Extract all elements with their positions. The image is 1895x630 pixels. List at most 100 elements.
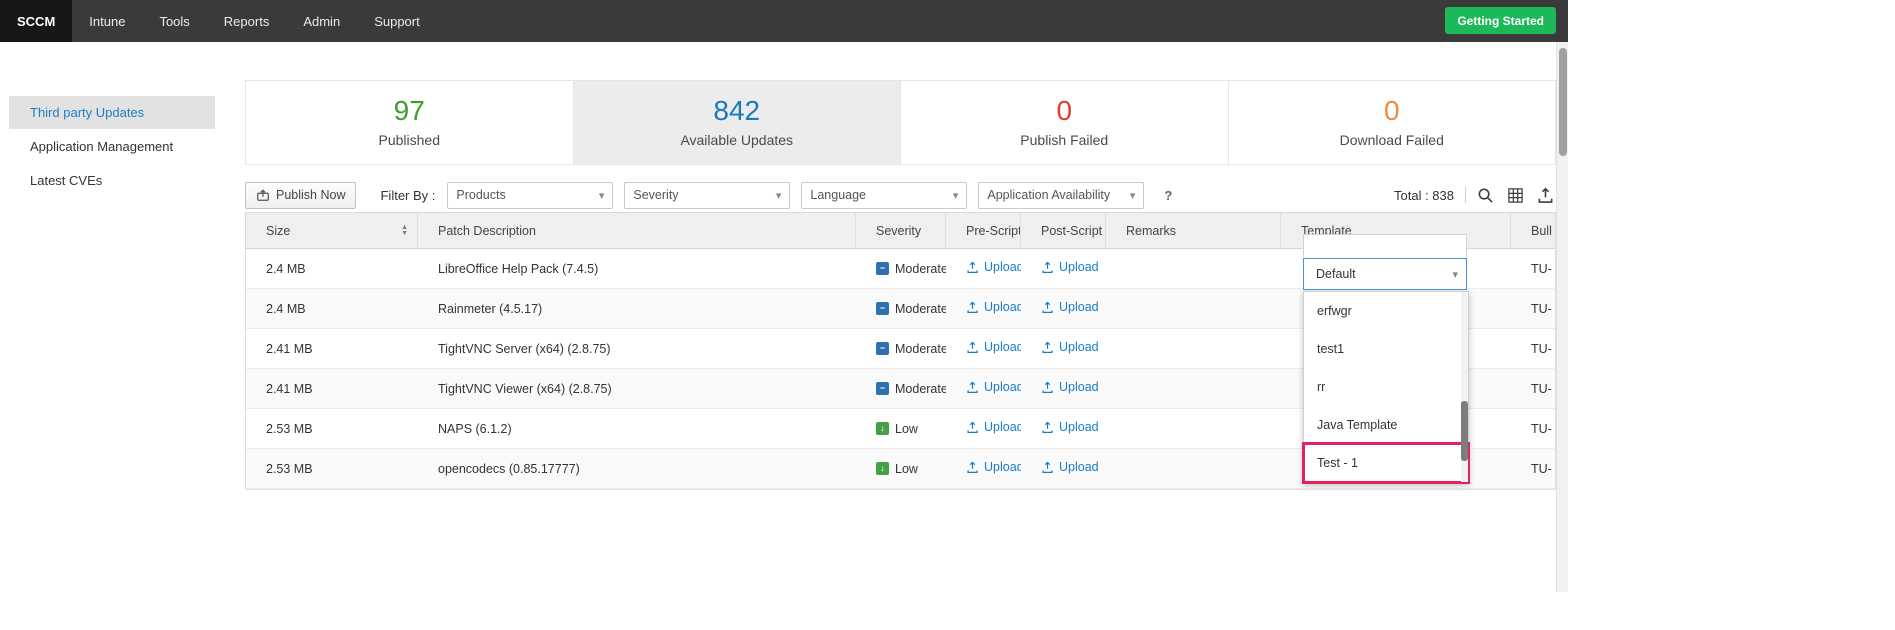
stat-value: 0	[1056, 97, 1072, 125]
column-grid-icon[interactable]	[1507, 186, 1526, 205]
post-script-upload-link[interactable]: Upload	[1041, 260, 1099, 274]
upload-label: Upload	[1059, 460, 1099, 474]
pre-script-upload-link[interactable]: Upload	[966, 380, 1021, 394]
filter-label: Language	[810, 188, 866, 202]
cell-size: 2.41 MB	[246, 342, 418, 356]
total-count-label: Total : 838	[1394, 188, 1454, 203]
stat-card[interactable]: 842 Available Updates	[574, 81, 902, 164]
severity-label: Low	[895, 462, 918, 476]
column-header-remarks: Remarks	[1106, 213, 1281, 248]
cell-pre-script: Upload	[946, 420, 1021, 437]
upload-label: Upload	[1059, 420, 1099, 434]
cell-bulletin: TU-	[1511, 422, 1557, 436]
column-header-post-script: Post-Script	[1021, 213, 1106, 248]
upload-label: Upload	[1059, 340, 1099, 354]
pre-script-upload-link[interactable]: Upload	[966, 260, 1021, 274]
stat-value: 842	[713, 97, 760, 125]
stat-card[interactable]: 97 Published	[246, 81, 574, 164]
post-script-upload-link[interactable]: Upload	[1041, 340, 1099, 354]
cell-pre-script: Upload	[946, 340, 1021, 357]
upload-label: Upload	[984, 380, 1021, 394]
nav-item[interactable]: Reports	[207, 0, 287, 42]
sidebar-item[interactable]: Third party Updates	[9, 96, 215, 129]
nav-item[interactable]: Intune	[72, 0, 142, 42]
cell-post-script: Upload	[1021, 420, 1106, 437]
cell-pre-script: Upload	[946, 260, 1021, 277]
nav-item[interactable]: Support	[357, 0, 437, 42]
cell-size: 2.4 MB	[246, 262, 418, 276]
stat-value: 0	[1384, 97, 1400, 125]
severity-label: Moderate	[895, 262, 946, 276]
publish-now-button[interactable]: Publish Now	[245, 182, 356, 209]
template-dropdown-option[interactable]: Test - 1	[1304, 444, 1468, 482]
post-script-upload-link[interactable]: Upload	[1041, 460, 1099, 474]
column-header-size[interactable]: Size ▲▼	[246, 213, 418, 248]
sort-icon[interactable]: ▲▼	[401, 213, 408, 248]
cell-bulletin: TU-	[1511, 342, 1557, 356]
sidebar-item[interactable]: Application Management	[9, 130, 215, 163]
cell-size: 2.53 MB	[246, 422, 418, 436]
cell-post-script: Upload	[1021, 340, 1106, 357]
post-script-upload-link[interactable]: Upload	[1041, 380, 1099, 394]
pre-script-upload-link[interactable]: Upload	[966, 300, 1021, 314]
stat-card[interactable]: 0 Download Failed	[1229, 81, 1556, 164]
nav-item[interactable]: Admin	[286, 0, 357, 42]
template-dropdown-option[interactable]: Java Template	[1304, 406, 1468, 444]
getting-started-button[interactable]: Getting Started	[1445, 7, 1556, 34]
upload-icon	[966, 341, 979, 354]
upload-icon	[966, 461, 979, 474]
filter-language-select[interactable]: Language ▾	[801, 182, 967, 209]
severity-icon: −	[876, 302, 889, 315]
upload-label: Upload	[984, 420, 1021, 434]
divider	[1465, 187, 1466, 203]
filter-application-availability-select[interactable]: Application Availability ▾	[978, 182, 1144, 209]
help-icon[interactable]: ?	[1159, 186, 1177, 204]
upload-icon	[966, 421, 979, 434]
filter-severity-select[interactable]: Severity ▾	[624, 182, 790, 209]
filter-products-select[interactable]: Products ▾	[447, 182, 613, 209]
cell-post-script: Upload	[1021, 300, 1106, 317]
cell-bulletin: TU-	[1511, 302, 1557, 316]
chevron-down-icon: ▾	[1130, 189, 1136, 202]
template-dropdown-list: erfwgr test1 rr Java Template Test - 1	[1303, 291, 1469, 483]
sidebar-item[interactable]: Latest CVEs	[9, 164, 215, 197]
dropdown-option-label: Test - 1	[1317, 456, 1358, 470]
dropdown-scrollbar-thumb[interactable]	[1461, 401, 1468, 461]
post-script-upload-link[interactable]: Upload	[1041, 420, 1099, 434]
upload-label: Upload	[984, 460, 1021, 474]
dropdown-option-label: erfwgr	[1317, 304, 1352, 318]
pre-script-upload-link[interactable]: Upload	[966, 460, 1021, 474]
stat-card[interactable]: 0 Publish Failed	[901, 81, 1229, 164]
severity-label: Moderate	[895, 342, 946, 356]
filter-label: Application Availability	[987, 188, 1110, 202]
cell-description: TightVNC Server (x64) (2.8.75)	[418, 342, 856, 356]
pre-script-upload-link[interactable]: Upload	[966, 340, 1021, 354]
updates-table: Size ▲▼ Patch Description Severity Pre-S…	[245, 212, 1556, 490]
cell-description: LibreOffice Help Pack (7.4.5)	[418, 262, 856, 276]
stat-label: Publish Failed	[1020, 132, 1108, 148]
stat-label: Available Updates	[680, 132, 793, 148]
cell-description: NAPS (6.1.2)	[418, 422, 856, 436]
template-select[interactable]: Default ▾	[1303, 258, 1467, 290]
cell-post-script: Upload	[1021, 260, 1106, 277]
cell-severity: − Moderate	[856, 382, 946, 396]
page-scrollbar[interactable]	[1556, 42, 1568, 592]
stat-value: 97	[394, 97, 425, 125]
app-window: SCCM Intune Tools Reports Admin Support …	[0, 0, 1568, 592]
upload-icon	[966, 261, 979, 274]
pre-script-upload-link[interactable]: Upload	[966, 420, 1021, 434]
nav-item[interactable]: SCCM	[0, 0, 72, 42]
template-dropdown-option[interactable]: rr	[1304, 368, 1468, 406]
chevron-down-icon: ▾	[776, 189, 782, 202]
search-icon[interactable]	[1477, 186, 1496, 205]
top-nav: SCCM Intune Tools Reports Admin Support …	[0, 0, 1568, 42]
cell-description: Rainmeter (4.5.17)	[418, 302, 856, 316]
upload-label: Upload	[1059, 300, 1099, 314]
severity-icon: −	[876, 342, 889, 355]
post-script-upload-link[interactable]: Upload	[1041, 300, 1099, 314]
nav-item[interactable]: Tools	[142, 0, 206, 42]
template-dropdown-option[interactable]: test1	[1304, 330, 1468, 368]
template-dropdown-option[interactable]: erfwgr	[1304, 292, 1468, 330]
export-icon[interactable]	[1537, 186, 1556, 205]
page-scrollbar-thumb[interactable]	[1559, 48, 1567, 156]
